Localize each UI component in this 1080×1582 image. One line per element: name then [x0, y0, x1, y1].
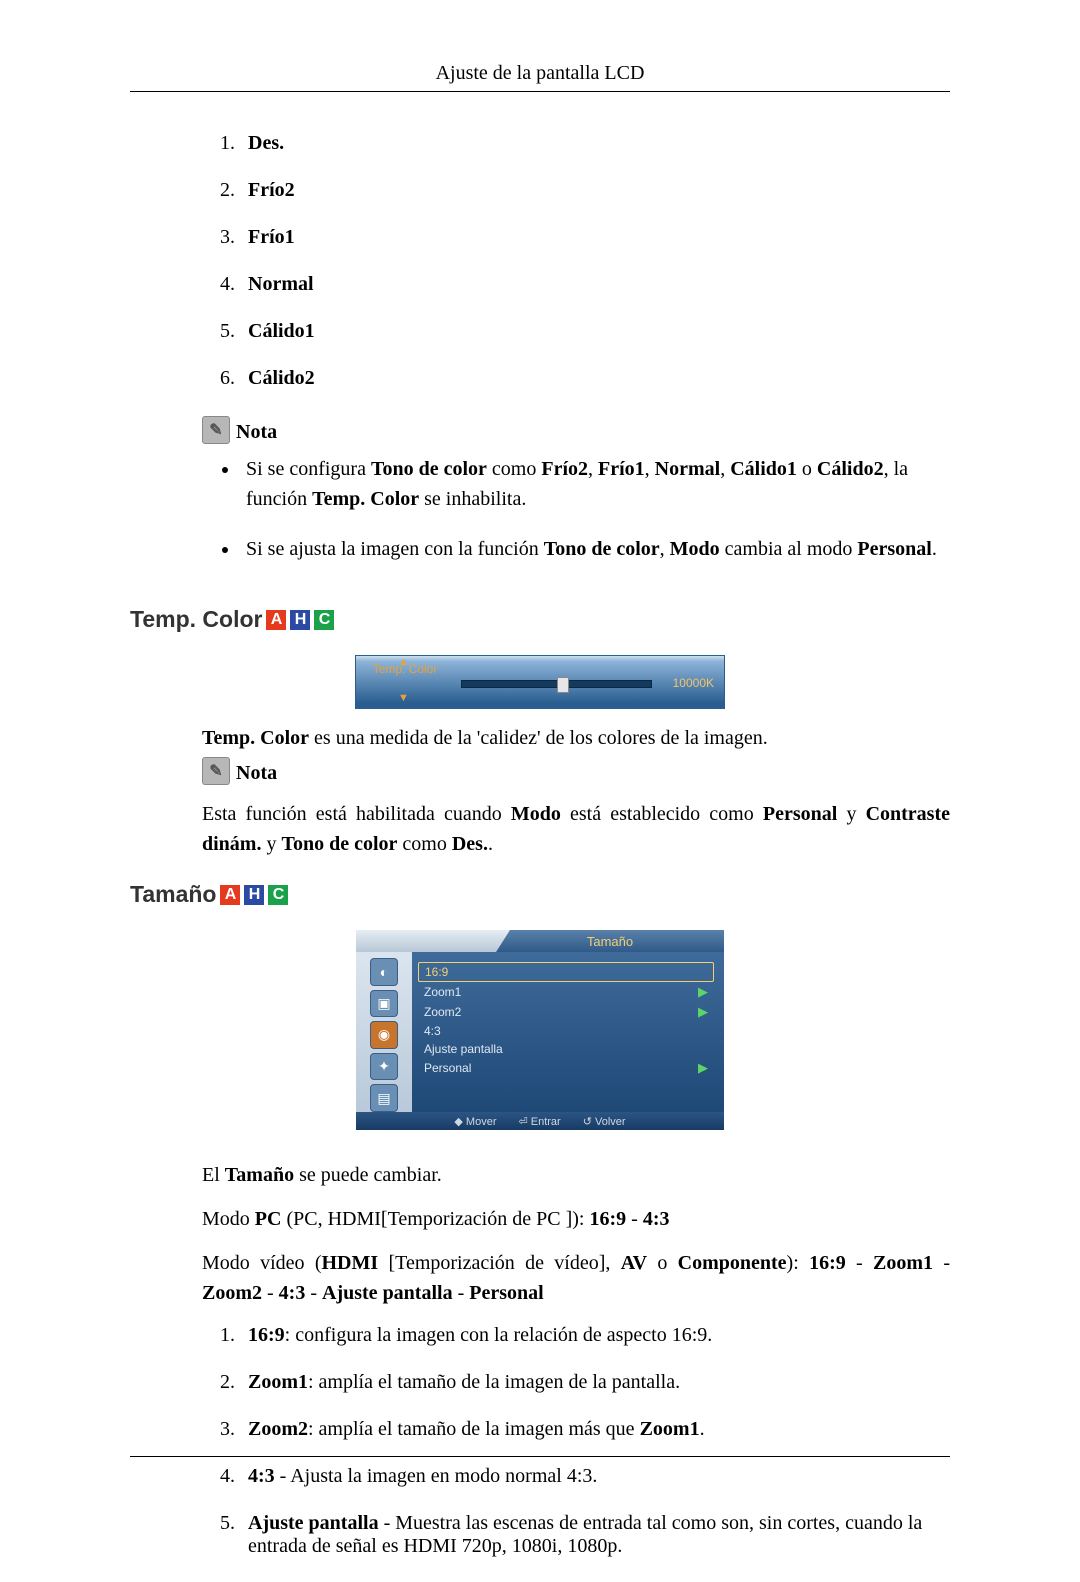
- badge-c: C: [314, 610, 334, 630]
- tamano-menu-panel: Tamaño ◐ ▣ ◉ ✦ ▤ 16:9 Zoom1▶ Zoom2▶ 4:3 …: [356, 930, 724, 1130]
- side-icon: ▤: [370, 1084, 398, 1112]
- arrow-icon: ▶: [698, 1004, 708, 1020]
- list-item: Des.: [240, 132, 950, 179]
- slider-thumb: [557, 677, 569, 693]
- menu-item: Zoom1▶: [418, 982, 714, 1002]
- list-item: Normal: [240, 273, 950, 320]
- footer-rule: [130, 1456, 950, 1457]
- footer-hint: ↺ Volver: [583, 1115, 626, 1128]
- note-block: ✎ Nota: [202, 416, 950, 444]
- temp-color-slider-panel: ▲▼ Temp. Color 10000K: [355, 655, 725, 709]
- slider-label: Temp. Color: [362, 662, 448, 676]
- slider-value: 10000K: [673, 676, 714, 690]
- list-item: Frío1: [240, 226, 950, 273]
- list-item: Zoom1: amplía el tamaño de la imagen de …: [240, 1371, 950, 1418]
- note-label: Nota: [236, 421, 277, 444]
- section-heading-tamano: Tamaño A H C: [130, 881, 950, 908]
- side-icon: ✦: [370, 1053, 398, 1081]
- side-icon: ◉: [370, 1021, 398, 1049]
- page-header-title: Ajuste de la pantalla LCD: [130, 62, 950, 91]
- list-item: 16:9: configura la imagen con la relació…: [240, 1324, 950, 1371]
- list-item: Ajuste pantalla - Muestra las escenas de…: [240, 1512, 950, 1582]
- menu-list: 16:9 Zoom1▶ Zoom2▶ 4:3 Ajuste pantalla P…: [418, 962, 714, 1078]
- tone-color-list: Des. Frío2 Frío1 Normal Cálido1 Cálido2: [202, 132, 950, 414]
- footer-hint: ◆ Mover: [454, 1115, 496, 1128]
- list-item: Si se ajusta la imagen con la función To…: [240, 534, 950, 584]
- note-label: Nota: [236, 762, 277, 785]
- menu-footer: ◆ Mover ⏎ Entrar ↺ Volver: [356, 1112, 724, 1130]
- section-heading-temp-color: Temp. Color A H C: [130, 606, 950, 633]
- arrow-icon: ▶: [698, 1060, 708, 1076]
- side-icon: ▣: [370, 990, 398, 1018]
- menu-item: 4:3: [418, 1022, 714, 1040]
- list-item: Si se configura Tono de color como Frío2…: [240, 454, 950, 534]
- list-item: Cálido2: [240, 367, 950, 414]
- menu-item: Zoom2▶: [418, 1002, 714, 1022]
- slider-track: [461, 680, 652, 688]
- badge-h: H: [244, 885, 264, 905]
- badge-a: A: [266, 610, 286, 630]
- tamano-size-list: 16:9: configura la imagen con la relació…: [202, 1324, 950, 1582]
- arrow-icon: ▶: [698, 984, 708, 1000]
- note-block: ✎ Nota: [202, 757, 950, 785]
- list-item: Frío2: [240, 179, 950, 226]
- menu-side-icons: ◐ ▣ ◉ ✦ ▤: [356, 952, 412, 1112]
- side-icon: ◐: [370, 958, 398, 986]
- footer-hint: ⏎ Entrar: [518, 1115, 560, 1128]
- menu-item: Personal▶: [418, 1058, 714, 1078]
- badge-h: H: [290, 610, 310, 630]
- temp-color-desc: Temp. Color es una medida de la 'calidez…: [202, 723, 950, 753]
- temp-color-note-text: Esta función está habilitada cuando Modo…: [202, 799, 950, 859]
- note-bullets: Si se configura Tono de color como Frío2…: [202, 454, 950, 584]
- note-icon: ✎: [202, 416, 230, 444]
- menu-item: Ajuste pantalla: [418, 1040, 714, 1058]
- badge-c: C: [268, 885, 288, 905]
- section-heading-text: Temp. Color: [130, 606, 262, 633]
- menu-item: 16:9: [418, 962, 714, 982]
- section-heading-text: Tamaño: [130, 881, 216, 908]
- tamano-p2: Modo PC (PC, HDMI[Temporización de PC ])…: [202, 1204, 950, 1234]
- list-item: 4:3 - Ajusta la imagen en modo normal 4:…: [240, 1465, 950, 1512]
- note-icon: ✎: [202, 757, 230, 785]
- tamano-p1: El Tamaño se puede cambiar.: [202, 1160, 950, 1190]
- tamano-p3: Modo vídeo (HDMI [Temporización de vídeo…: [202, 1248, 950, 1308]
- list-item: Cálido1: [240, 320, 950, 367]
- badge-a: A: [220, 885, 240, 905]
- list-item: Zoom2: amplía el tamaño de la imagen más…: [240, 1418, 950, 1465]
- menu-tab-title: Tamaño: [496, 930, 724, 952]
